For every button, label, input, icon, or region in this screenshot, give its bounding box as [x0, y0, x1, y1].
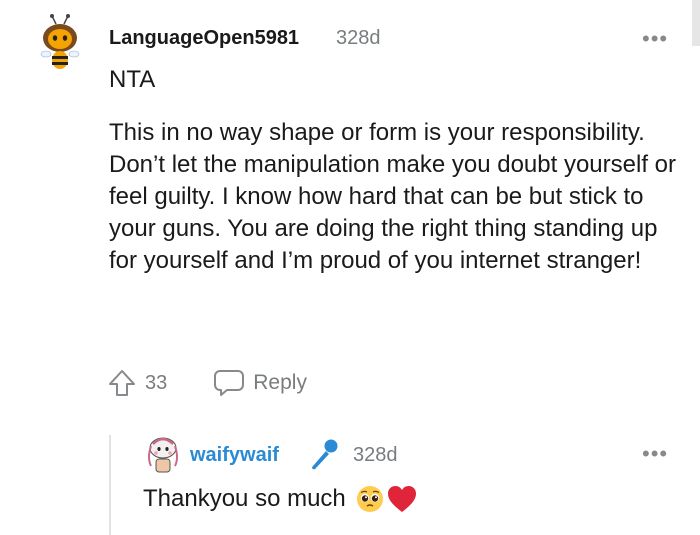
comment-actions: 33 Reply	[107, 366, 307, 400]
upvote-arrow-icon	[109, 370, 135, 396]
red-heart-icon	[387, 486, 416, 512]
reply-text: Thankyou so much	[143, 485, 346, 512]
comment-body: This in no way shape or form is your res…	[109, 119, 676, 274]
scrollbar[interactable]	[692, 0, 700, 46]
comment-timestamp: 328d	[336, 27, 381, 49]
reply-body: Thankyou so much	[143, 483, 418, 515]
speech-bubble-icon	[214, 370, 245, 396]
reply-label: Reply	[253, 371, 307, 394]
more-options-icon[interactable]: •••	[642, 26, 668, 52]
reply-button[interactable]: Reply	[213, 368, 307, 398]
reply-more-options-icon[interactable]: •••	[642, 441, 668, 467]
reply-author[interactable]: waifywaif	[190, 444, 279, 467]
vote-count: 33	[145, 371, 168, 394]
reply-user-avatar[interactable]	[145, 436, 181, 476]
user-avatar[interactable]	[36, 14, 84, 70]
comment-verdict: NTA	[109, 66, 156, 93]
microphone-icon	[312, 439, 338, 470]
reply-timestamp: 328d	[353, 444, 398, 466]
upvote-button[interactable]: 33	[107, 368, 167, 398]
comment-author[interactable]: LanguageOpen5981	[109, 27, 299, 50]
pleading-face-icon	[356, 486, 383, 512]
thread-line[interactable]	[109, 435, 111, 535]
